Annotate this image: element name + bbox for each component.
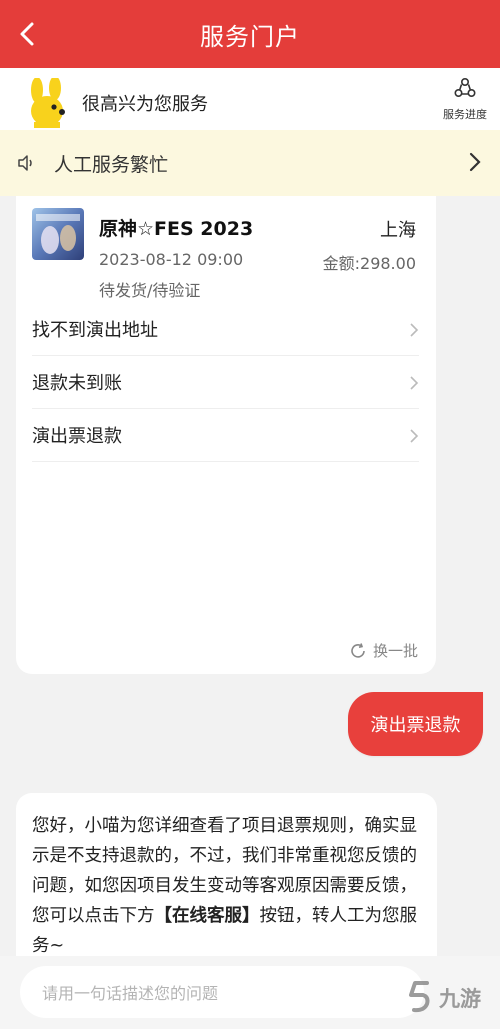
option-no-venue-address[interactable]: 找不到演出地址	[32, 303, 419, 356]
chevron-right-icon	[410, 323, 419, 337]
order-status: 待发货/待验证	[99, 281, 201, 300]
chevron-right-icon	[410, 376, 419, 390]
option-label: 演出票退款	[32, 426, 122, 447]
busy-notice[interactable]: 人工服务繁忙	[0, 130, 500, 196]
refresh-options-button[interactable]: 换一批	[349, 640, 418, 661]
watermark-logo: 九游	[405, 972, 495, 1024]
amount-value: 298.00	[360, 254, 416, 273]
chevron-left-icon	[20, 22, 34, 46]
event-name: 原神☆FES 2023	[99, 218, 254, 240]
option-label: 退款未到账	[32, 373, 122, 394]
option-label: 找不到演出地址	[32, 320, 158, 341]
order-amount: 金额:298.00	[323, 250, 416, 274]
amount-label: 金额:	[322, 254, 361, 273]
event-datetime: 2023-08-12 09:00	[99, 250, 244, 269]
watermark-text: 九游	[439, 987, 481, 1011]
order-summary[interactable]: 原神☆FES 2023 上海 2023-08-12 09:00 金额:298.0…	[32, 206, 422, 300]
speaker-icon	[18, 155, 32, 171]
chevron-right-icon	[469, 152, 481, 172]
logo-icon	[409, 981, 430, 1013]
refresh-icon	[351, 642, 365, 658]
online-service-link[interactable]: 【在线客服】	[155, 906, 260, 926]
option-ticket-refund[interactable]: 演出票退款	[32, 409, 419, 462]
refresh-label: 换一批	[372, 642, 418, 660]
notice-text: 人工服务繁忙	[54, 153, 169, 176]
chevron-right-icon	[410, 429, 419, 443]
order-card: 原神☆FES 2023 上海 2023-08-12 09:00 金额:298.0…	[16, 196, 436, 674]
bot-message-bubble: 您好，小喵为您详细查看了项目退票规则，确实显示是不支持退款的，不过，我们非常重视…	[16, 793, 437, 963]
app-header: 服务门户	[0, 0, 500, 68]
user-message-bubble: 演出票退款	[348, 692, 483, 756]
back-button[interactable]	[10, 16, 46, 52]
greeting-text: 很高兴为您服务	[82, 94, 208, 115]
mascot-avatar	[31, 78, 65, 128]
event-city: 上海	[380, 220, 416, 241]
message-input[interactable]: 请用一句话描述您的问题	[20, 966, 424, 1018]
service-progress-button[interactable]: 服务进度	[440, 76, 490, 122]
service-progress-label: 服务进度	[443, 108, 487, 121]
option-refund-not-received[interactable]: 退款未到账	[32, 356, 419, 409]
greeting-bar: 很高兴为您服务 服务进度	[0, 68, 500, 130]
page-title: 服务门户	[200, 22, 300, 51]
event-poster-image	[32, 208, 84, 260]
cycle-icon	[454, 77, 476, 98]
